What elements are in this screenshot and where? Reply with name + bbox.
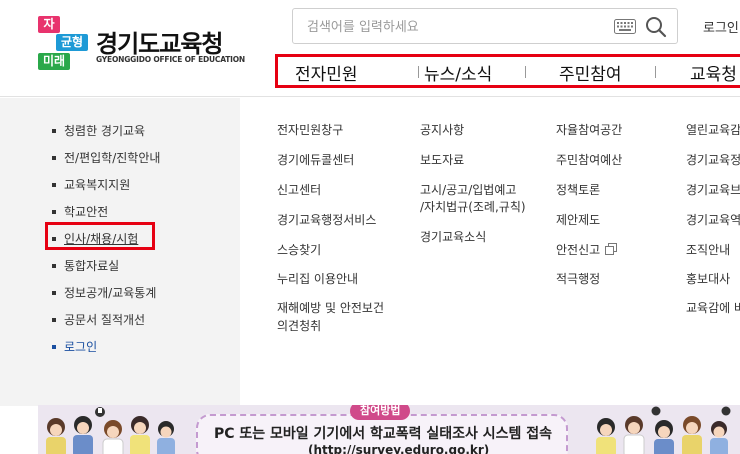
submenu-link[interactable]: /자치법규(조례,규칙) (420, 198, 526, 216)
bullet (52, 209, 56, 214)
search-box (292, 8, 678, 44)
bullet (52, 290, 56, 295)
left-menu-login[interactable]: 로그인 (52, 338, 97, 355)
left-menu-label: 정보공개/교육통계 (64, 286, 157, 300)
bullet (52, 317, 56, 322)
submenu-link[interactable]: 스승찾기 (277, 241, 321, 259)
survey-banner[interactable]: 참여방법 PC 또는 모바일 기기에서 학교폭력 실태조사 시스템 접속 (ht… (38, 405, 740, 454)
logo-box-2: 균형 (56, 34, 88, 51)
left-menu-item[interactable]: 교육복지지원 (52, 176, 130, 193)
search-icon[interactable] (645, 16, 667, 38)
submenu-link[interactable]: 보도자료 (420, 151, 464, 169)
left-menu-label: 청렴한 경기교육 (64, 124, 146, 138)
nav-separator (655, 66, 656, 78)
left-menu-label: 통합자료실 (64, 259, 120, 273)
bullet (52, 263, 56, 268)
submenu-link[interactable]: 신고센터 (277, 181, 321, 199)
bullet (52, 155, 56, 160)
highlight-box (45, 222, 155, 250)
left-quick-menu: 청렴한 경기교육 전/편입학/진학안내 교육복지지원 학교안전 인사/채용/시험… (0, 98, 240, 406)
nav-item-office[interactable]: 교육청 (690, 60, 737, 85)
left-menu-label: 공문서 질적개선 (64, 313, 146, 327)
logo-subtitle: GYEONGGIDO OFFICE OF EDUCATION (96, 55, 245, 64)
nav-item-e-civil[interactable]: 전자민원 (295, 60, 358, 85)
left-menu-item[interactable]: 정보공개/교육통계 (52, 284, 156, 301)
submenu-link[interactable]: 홍보대사 (686, 270, 730, 288)
logo[interactable]: 자율 균형 미래 경기도교육청 GYEONGGIDO OFFICE OF EDU… (38, 16, 248, 72)
new-window-icon (605, 243, 618, 255)
submenu-link-label: 안전신고 (556, 243, 601, 257)
submenu-link-safety[interactable]: 안전신고 (556, 241, 618, 259)
submenu-link[interactable]: 교육감에 바 (686, 299, 740, 317)
submenu-link[interactable]: 열린교육감 (686, 121, 740, 139)
nav-separator (418, 66, 419, 78)
submenu-link[interactable]: 경기교육브 (686, 181, 740, 199)
left-menu-item[interactable]: 공문서 질적개선 (52, 311, 145, 328)
logo-title: 경기도교육청 (96, 30, 223, 58)
submenu-link[interactable]: 고시/공고/입법예고 (420, 181, 516, 199)
submenu-link[interactable]: 경기교육행정서비스 (277, 211, 376, 229)
main-nav: 전자민원 뉴스/소식 주민참여 교육청 (275, 54, 740, 88)
header: 자율 균형 미래 경기도교육청 GYEONGGIDO OFFICE OF EDU… (0, 0, 740, 97)
left-menu-item[interactable]: 학교안전 (52, 203, 108, 220)
keyboard-icon[interactable] (614, 19, 636, 34)
nav-item-participation[interactable]: 주민참여 (559, 60, 622, 85)
bullet (52, 128, 56, 133)
nav-separator (525, 66, 526, 78)
submenu-link[interactable]: 경기교육역 (686, 211, 740, 229)
nav-item-news[interactable]: 뉴스/소식 (424, 60, 492, 85)
submenu-link[interactable]: 주민참여예산 (556, 151, 622, 169)
submenu-link[interactable]: 공지사항 (420, 121, 464, 139)
logo-emblem: 자율 균형 미래 (38, 16, 90, 72)
submenu-link[interactable]: 경기교육정 (686, 151, 740, 169)
search-input[interactable] (307, 17, 597, 37)
students-illustration (596, 406, 731, 454)
left-menu-label: 로그인 (64, 340, 98, 354)
bullet (52, 344, 56, 349)
logo-box-3: 미래 (38, 53, 70, 70)
submenu-link[interactable]: 적극행정 (556, 270, 600, 288)
left-menu-item[interactable]: 전/편입학/진학안내 (52, 149, 160, 166)
submenu-link[interactable]: 경기에듀콜센터 (277, 151, 354, 169)
submenu-link[interactable]: 누리집 이용안내 (277, 270, 358, 288)
banner-url: (http://survey.eduro.go.kr) (308, 443, 490, 454)
submenu-link[interactable]: 의견청취 (277, 317, 321, 335)
submenu-link[interactable]: 재해예방 및 안전보건 (277, 299, 384, 317)
submenu-link[interactable]: 자율참여공간 (556, 121, 622, 139)
submenu-link[interactable]: 전자민원창구 (277, 121, 343, 139)
logo-box-1: 자율 (38, 16, 60, 48)
header-login-link[interactable]: 로그인 (703, 17, 739, 36)
left-menu-label: 전/편입학/진학안내 (64, 151, 161, 165)
submenu-link[interactable]: 제안제도 (556, 211, 600, 229)
submenu-link[interactable]: 정책토론 (556, 181, 600, 199)
submenu-link[interactable]: 조직안내 (686, 241, 730, 259)
page: 자율 균형 미래 경기도교육청 GYEONGGIDO OFFICE OF EDU… (0, 0, 740, 454)
left-menu-item[interactable]: 청렴한 경기교육 (52, 122, 145, 139)
banner-title: PC 또는 모바일 기기에서 학교폭력 실태조사 시스템 접속 (214, 426, 553, 442)
students-illustration (46, 407, 175, 454)
banner-badge: 참여방법 (350, 405, 411, 420)
bullet (52, 182, 56, 187)
submenu-link[interactable]: 경기교육소식 (420, 228, 486, 246)
left-menu-item[interactable]: 통합자료실 (52, 257, 119, 274)
left-menu-label: 교육복지지원 (64, 178, 131, 192)
left-menu-label: 학교안전 (64, 205, 109, 219)
